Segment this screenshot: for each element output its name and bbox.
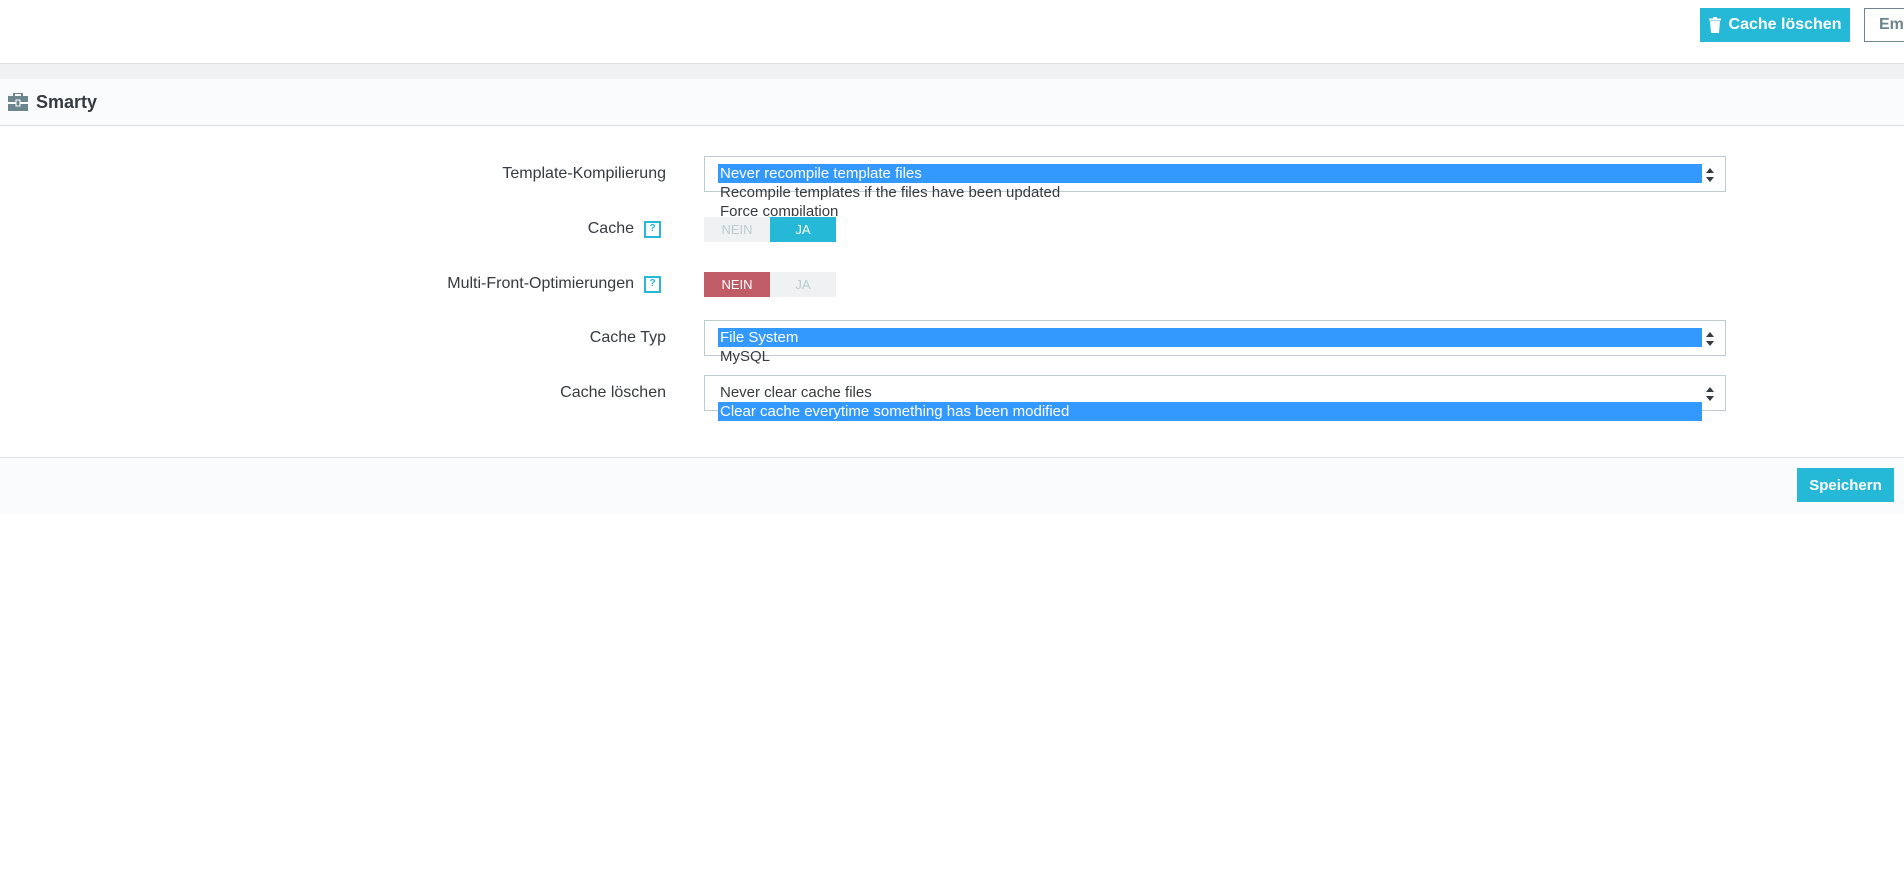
cache-type-select[interactable]: File System MySQL	[704, 320, 1726, 365]
multi-front-no-option[interactable]: NEIN	[704, 272, 770, 297]
panel-header: Smarty	[0, 79, 1904, 126]
toolbox-icon	[8, 93, 28, 111]
label-text: Cache Typ	[589, 329, 666, 346]
option-never-clear[interactable]: Never clear cache files	[718, 383, 1702, 402]
smarty-panel: Smarty Template-Kompilierung Never recom…	[0, 79, 1904, 513]
label-cache: Cache ?	[588, 211, 661, 247]
secondary-toolbar-button[interactable]: Emp	[1864, 8, 1904, 42]
cache-yes-option[interactable]: JA	[770, 217, 836, 242]
clear-cache-button[interactable]: Cache löschen	[1700, 8, 1850, 42]
label-clear-cache: Cache löschen	[560, 375, 666, 411]
save-button[interactable]: Speichern	[1797, 468, 1894, 502]
row-cache-type: Cache Typ File System MySQL	[0, 320, 1904, 365]
cache-toggle[interactable]: NEIN JA	[704, 217, 836, 242]
label-text: Multi-Front-Optimierungen	[447, 275, 634, 292]
clear-cache-label: Cache löschen	[1728, 16, 1842, 33]
option-clear-on-modify[interactable]: Clear cache everytime something has been…	[718, 402, 1702, 421]
multi-front-yes-option[interactable]: JA	[770, 272, 836, 297]
multi-front-toggle[interactable]: NEIN JA	[704, 272, 836, 297]
template-compilation-select[interactable]: Never recompile template files Recompile…	[704, 156, 1726, 216]
row-cache: Cache ? NEIN JA	[0, 211, 1904, 247]
option-recompile-updated[interactable]: Recompile templates if the files have be…	[718, 183, 1702, 202]
header-divider	[0, 63, 1904, 79]
option-never-recompile[interactable]: Never recompile template files	[718, 164, 1702, 183]
select-arrows-icon	[1706, 332, 1714, 346]
clear-cache-select[interactable]: Never clear cache files Clear cache ever…	[704, 375, 1726, 421]
label-text: Template-Kompilierung	[502, 165, 666, 182]
label-text: Cache löschen	[560, 384, 666, 401]
label-template-compilation: Template-Kompilierung	[502, 156, 666, 192]
help-icon[interactable]: ?	[644, 220, 661, 238]
top-toolbar: Cache löschen Emp	[0, 0, 1904, 63]
row-template-compilation: Template-Kompilierung Never recompile te…	[0, 156, 1904, 216]
row-clear-cache: Cache löschen Never clear cache files Cl…	[0, 375, 1904, 421]
help-icon[interactable]: ?	[644, 275, 661, 293]
label-text: Cache	[587, 220, 634, 237]
label-cache-type: Cache Typ	[590, 320, 666, 356]
trash-icon	[1708, 17, 1721, 33]
cache-no-option[interactable]: NEIN	[704, 217, 770, 242]
select-arrows-icon	[1706, 387, 1714, 401]
panel-footer: Speichern	[0, 457, 1904, 513]
row-multi-front: Multi-Front-Optimierungen ? NEIN JA	[0, 266, 1904, 302]
panel-title: Smarty	[36, 91, 98, 112]
label-multi-front: Multi-Front-Optimierungen ?	[447, 266, 661, 302]
option-file-system[interactable]: File System	[718, 328, 1702, 347]
select-arrows-icon	[1706, 168, 1714, 182]
option-mysql[interactable]: MySQL	[718, 347, 1702, 366]
